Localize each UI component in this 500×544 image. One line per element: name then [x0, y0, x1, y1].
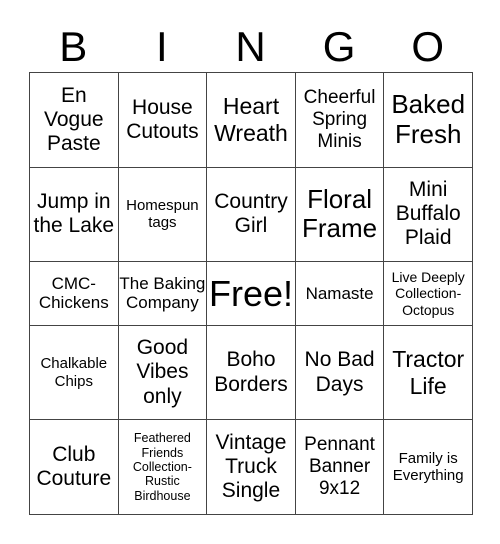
- board-row: CMC-Chickens The Baking Company Free! Na…: [29, 261, 473, 326]
- bingo-cell: House Cutouts: [117, 72, 208, 168]
- bingo-cell: Cheerful Spring Minis: [294, 72, 385, 168]
- bingo-cell: Vintage Truck Single: [206, 419, 296, 515]
- board-row: En Vogue Paste House Cutouts Heart Wreat…: [29, 72, 473, 168]
- bingo-cell: Country Girl: [206, 166, 296, 263]
- bingo-cell: Boho Borders: [206, 324, 296, 421]
- header-letter-g: G: [322, 23, 356, 70]
- bingo-cell: Heart Wreath: [206, 72, 296, 168]
- bingo-board: En Vogue Paste House Cutouts Heart Wreat…: [29, 72, 473, 515]
- bingo-cell: Jump in the Lake: [29, 166, 119, 263]
- bingo-cell: Namaste: [294, 261, 385, 326]
- bingo-cell: Feathered Friends Collection-Rustic Bird…: [117, 419, 208, 515]
- header-letter-o: O: [411, 23, 444, 70]
- bingo-cell: Good Vibes only: [117, 324, 208, 421]
- bingo-cell: En Vogue Paste: [29, 72, 119, 168]
- header-letter-b: B: [59, 23, 88, 70]
- bingo-cell: Live Deeply Collection-Octopus: [383, 261, 473, 326]
- board-row: Jump in the Lake Homespun tags Country G…: [29, 166, 473, 263]
- bingo-cell: Pennant Banner 9x12: [294, 419, 385, 515]
- header-letter-i: I: [156, 23, 168, 70]
- bingo-cell: CMC-Chickens: [29, 261, 119, 326]
- bingo-cell: Baked Fresh: [383, 72, 473, 168]
- header-letter-n: N: [235, 23, 266, 70]
- free-space-cell: Free!: [206, 261, 296, 326]
- bingo-cell: Family is Everything: [383, 419, 473, 515]
- bingo-cell: Tractor Life: [383, 324, 473, 421]
- bingo-cell: The Baking Company: [117, 261, 208, 326]
- bingo-cell: Mini Buffalo Plaid: [383, 166, 473, 263]
- board-row: Chalkable Chips Good Vibes only Boho Bor…: [29, 324, 473, 421]
- bingo-header: B I N G O: [29, 22, 472, 72]
- bingo-cell: Club Couture: [29, 419, 119, 515]
- bingo-cell: No Bad Days: [294, 324, 385, 421]
- bingo-cell: Homespun tags: [117, 166, 208, 263]
- bingo-cell: Chalkable Chips: [29, 324, 119, 421]
- board-row: Club Couture Feathered Friends Collectio…: [29, 419, 473, 515]
- bingo-cell: Floral Frame: [294, 166, 385, 263]
